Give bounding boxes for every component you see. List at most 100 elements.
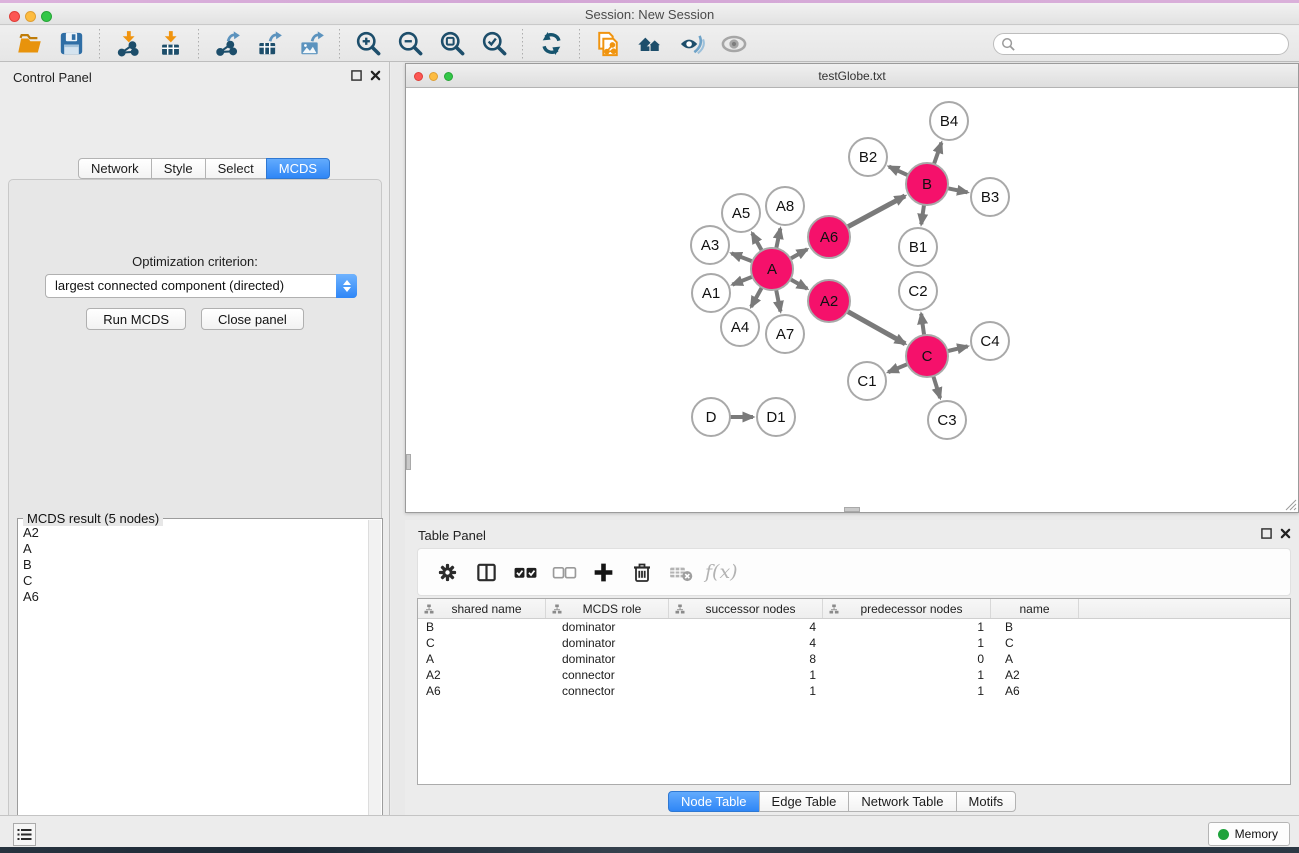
- table-cell[interactable]: connector: [546, 667, 669, 683]
- graph-edge-A-A5[interactable]: [752, 233, 762, 251]
- column-header-predecessor-nodes[interactable]: predecessor nodes: [823, 599, 991, 618]
- graph-edge-C-C3[interactable]: [933, 375, 940, 398]
- hide-selected-button[interactable]: [674, 29, 710, 59]
- deselect-all-columns-button[interactable]: [547, 555, 581, 589]
- tab-motifs[interactable]: Motifs: [956, 791, 1017, 812]
- graph-edge-A-A4[interactable]: [751, 287, 762, 307]
- graph-edge-B-B1[interactable]: [921, 204, 924, 224]
- refresh-network-button[interactable]: [533, 29, 569, 59]
- result-scrollbar[interactable]: [368, 520, 381, 853]
- tab-network-table[interactable]: Network Table: [848, 791, 956, 812]
- table-row[interactable]: A2connector11A2: [418, 667, 1290, 683]
- float-panel-icon[interactable]: [1261, 528, 1272, 539]
- mcds-result-item[interactable]: A6: [20, 589, 367, 605]
- table-row[interactable]: A6connector11A6: [418, 683, 1290, 699]
- graph-edge-A6-B[interactable]: [847, 196, 905, 228]
- export-image-button[interactable]: [293, 29, 329, 59]
- mcds-result-item[interactable]: A2: [20, 525, 367, 541]
- show-panels-button[interactable]: [13, 823, 36, 846]
- memory-button[interactable]: Memory: [1208, 822, 1290, 846]
- table-cell[interactable]: 1: [669, 683, 823, 699]
- new-network-from-selection-button[interactable]: [590, 29, 626, 59]
- export-table-button[interactable]: [251, 29, 287, 59]
- zoom-fit-button[interactable]: [434, 29, 470, 59]
- table-row[interactable]: Adominator80A: [418, 651, 1290, 667]
- table-cell[interactable]: 1: [823, 667, 991, 683]
- tab-node-table[interactable]: Node Table: [668, 791, 760, 812]
- save-session-button[interactable]: [53, 29, 89, 59]
- birdseye-splitter-handle[interactable]: [406, 454, 411, 470]
- graph-edge-A-A2[interactable]: [789, 279, 807, 289]
- tab-network[interactable]: Network: [78, 158, 152, 179]
- show-column-panel-button[interactable]: [469, 555, 503, 589]
- graph-edge-C-C4[interactable]: [946, 346, 967, 351]
- network-canvas[interactable]: B4B2BB3A8A5A6A3B1AC2A1A2A4A7C4CC1C3DD1: [406, 88, 1298, 512]
- table-cell[interactable]: 1: [823, 619, 991, 635]
- create-column-button[interactable]: [586, 555, 620, 589]
- graph-edge-A-A7[interactable]: [776, 289, 781, 312]
- zoom-in-button[interactable]: [350, 29, 386, 59]
- column-header-mcds-role[interactable]: MCDS role: [546, 599, 669, 618]
- close-panel-button[interactable]: Close panel: [201, 308, 304, 330]
- table-cell[interactable]: C: [991, 635, 1079, 651]
- graph-edge-B-B4[interactable]: [934, 143, 942, 165]
- birdseye-splitter-handle[interactable]: [844, 507, 860, 512]
- mcds-result-item[interactable]: B: [20, 557, 367, 573]
- table-cell[interactable]: A: [991, 651, 1079, 667]
- graph-edge-C-C2[interactable]: [921, 314, 924, 336]
- table-cell[interactable]: 1: [823, 683, 991, 699]
- zoom-selected-button[interactable]: [476, 29, 512, 59]
- table-cell[interactable]: connector: [546, 683, 669, 699]
- open-session-button[interactable]: [11, 29, 47, 59]
- table-cell[interactable]: 8: [669, 651, 823, 667]
- table-cell[interactable]: dominator: [546, 651, 669, 667]
- table-cell[interactable]: 1: [823, 635, 991, 651]
- graph-edge-A-A3[interactable]: [731, 253, 753, 261]
- table-cell[interactable]: B: [991, 619, 1079, 635]
- table-cell[interactable]: C: [418, 635, 546, 651]
- graph-edge-A2-C[interactable]: [846, 311, 905, 344]
- table-cell[interactable]: dominator: [546, 619, 669, 635]
- table-cell[interactable]: 4: [669, 635, 823, 651]
- table-cell[interactable]: dominator: [546, 635, 669, 651]
- table-row[interactable]: Bdominator41B: [418, 619, 1290, 635]
- import-table-button[interactable]: [152, 29, 188, 59]
- column-header-name[interactable]: name: [991, 599, 1079, 618]
- table-cell[interactable]: B: [418, 619, 546, 635]
- optimization-criterion-select[interactable]: largest connected component (directed): [45, 274, 357, 298]
- mcds-result-item[interactable]: A: [20, 541, 367, 557]
- table-row[interactable]: Cdominator41C: [418, 635, 1290, 651]
- graph-edge-A-A8[interactable]: [776, 229, 780, 250]
- table-cell[interactable]: A2: [991, 667, 1079, 683]
- export-network-button[interactable]: [209, 29, 245, 59]
- float-panel-icon[interactable]: [351, 70, 362, 81]
- search-input[interactable]: [993, 33, 1289, 55]
- delete-columns-button[interactable]: [625, 555, 659, 589]
- graph-edge-A-A1[interactable]: [732, 276, 753, 284]
- show-all-button[interactable]: [716, 29, 752, 59]
- close-panel-icon[interactable]: [370, 70, 381, 81]
- table-cell[interactable]: 0: [823, 651, 991, 667]
- tab-edge-table[interactable]: Edge Table: [759, 791, 850, 812]
- delete-table-button[interactable]: [664, 555, 698, 589]
- select-all-columns-button[interactable]: [508, 555, 542, 589]
- table-cell[interactable]: A6: [991, 683, 1079, 699]
- zoom-out-button[interactable]: [392, 29, 428, 59]
- resize-grip-icon[interactable]: [1284, 498, 1297, 511]
- tab-style[interactable]: Style: [151, 158, 206, 179]
- graph-edge-B-B2[interactable]: [889, 167, 909, 176]
- mcds-result-item[interactable]: C: [20, 573, 367, 589]
- import-network-button[interactable]: [110, 29, 146, 59]
- graph-edge-A-A6[interactable]: [789, 249, 807, 259]
- first-neighbors-button[interactable]: [632, 29, 668, 59]
- column-header-successor-nodes[interactable]: successor nodes: [669, 599, 823, 618]
- table-cell[interactable]: A: [418, 651, 546, 667]
- table-cell[interactable]: A6: [418, 683, 546, 699]
- tab-select[interactable]: Select: [205, 158, 267, 179]
- table-cell[interactable]: A2: [418, 667, 546, 683]
- network-window-titlebar[interactable]: testGlobe.txt: [406, 64, 1298, 88]
- run-mcds-button[interactable]: Run MCDS: [86, 308, 186, 330]
- close-panel-icon[interactable]: [1280, 528, 1291, 539]
- graph-edge-B-B3[interactable]: [947, 188, 968, 192]
- column-header-shared-name[interactable]: shared name: [418, 599, 546, 618]
